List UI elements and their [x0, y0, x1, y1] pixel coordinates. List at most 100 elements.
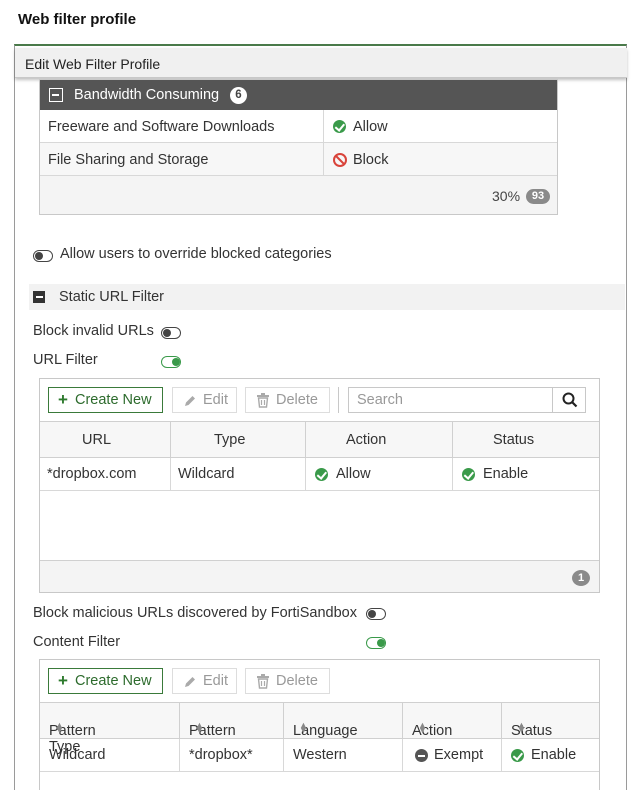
edit-label: Edit	[203, 392, 228, 408]
category-group-panel: Bandwidth Consuming 6 Freeware and Softw…	[39, 79, 558, 215]
sort-icon: ▲ ▼	[195, 720, 204, 735]
sort-icon: ▲ ▼	[55, 720, 64, 735]
status-cell: Enable	[502, 739, 599, 771]
action-value: Exempt	[434, 747, 484, 763]
block-malicious-label: Block malicious URLs discovered by Forti…	[33, 605, 357, 621]
trash-icon	[257, 674, 269, 689]
create-new-button[interactable]: + Create New	[48, 668, 163, 694]
column-header-type[interactable]: Type	[171, 422, 306, 457]
sort-icon: ▲ ▼	[299, 720, 308, 735]
collapse-icon[interactable]	[49, 88, 63, 102]
block-malicious-toggle[interactable]	[366, 608, 386, 620]
column-header-language[interactable]: Language ▲ ▼	[284, 703, 403, 739]
delete-label: Delete	[276, 673, 318, 689]
static-url-filter-section[interactable]: Static URL Filter	[29, 284, 625, 310]
create-new-button[interactable]: + Create New	[48, 387, 163, 413]
sort-icon: ▲ ▼	[418, 720, 427, 735]
plus-icon: +	[58, 390, 68, 409]
category-name: Freeware and Software Downloads	[48, 119, 275, 135]
column-header-action[interactable]: Action	[306, 422, 453, 457]
action-cell: Allow	[306, 458, 453, 490]
column-header-label: Action	[346, 432, 387, 448]
language-value: Western	[293, 747, 347, 763]
status-value: Enable	[483, 466, 529, 482]
column-header-pattern[interactable]: Pattern ▲ ▼	[180, 703, 284, 739]
collapse-icon[interactable]	[33, 291, 45, 303]
url-table-header: URL Type Action Status	[40, 421, 599, 458]
override-toggle[interactable]	[33, 250, 53, 262]
column-header-status[interactable]: Status	[453, 422, 599, 457]
search-placeholder: Search	[357, 392, 403, 408]
column-divider	[323, 110, 324, 143]
window-title: Edit Web Filter Profile	[25, 56, 161, 72]
content-table-header: Pattern Type ▲ ▼ Pattern ▲ ▼ Language ▲ ▼ Acti…	[40, 702, 599, 755]
category-name: File Sharing and Storage	[48, 152, 209, 168]
category-row[interactable]: File Sharing and Storage Block	[40, 143, 557, 176]
exempt-icon	[415, 749, 428, 762]
check-circle-icon	[462, 468, 475, 481]
status-cell: Enable	[453, 458, 599, 490]
check-circle-icon	[511, 749, 524, 762]
action-cell: Exempt	[403, 739, 502, 771]
table-row[interactable]: *dropbox.com Wildcard Allow Enable	[40, 458, 599, 491]
pencil-icon	[185, 396, 195, 406]
pattern-type-value: Wildcard	[49, 747, 106, 763]
status-value: Enable	[531, 747, 577, 763]
url-filter-panel: + Create New Edit Delete Search URL Type…	[39, 378, 600, 593]
category-group-footer: 30% 93	[40, 176, 557, 214]
check-circle-icon	[315, 468, 328, 481]
check-circle-icon	[333, 120, 346, 133]
section-title: Static URL Filter	[59, 289, 165, 305]
column-header-url[interactable]: URL	[40, 422, 171, 457]
url-table-footer: 1	[40, 560, 599, 592]
type-cell: Wildcard	[171, 458, 306, 490]
column-header-label: Status	[493, 432, 535, 448]
column-header-status[interactable]: Status ▲ ▼	[502, 703, 599, 740]
create-new-label: Create New	[75, 392, 152, 408]
category-percent: 30%	[492, 188, 521, 204]
content-filter-toggle[interactable]	[366, 637, 386, 649]
category-total-badge: 93	[526, 189, 550, 204]
content-filter-panel: + Create New Edit Delete Pattern Type ▲ ▼ …	[39, 659, 600, 790]
table-row[interactable]: Wildcard *dropbox* Western Exempt Enable	[40, 739, 599, 772]
page-caption: Web filter profile	[18, 11, 137, 28]
category-action: Allow	[353, 119, 388, 135]
pattern-cell: *dropbox*	[180, 739, 284, 771]
block-invalid-urls-toggle[interactable]	[161, 327, 181, 339]
column-header-label: URL	[82, 432, 112, 448]
search-button[interactable]	[552, 388, 585, 412]
category-action: Block	[353, 152, 389, 168]
delete-button[interactable]: Delete	[245, 668, 330, 694]
sort-icon: ▲ ▼	[517, 720, 526, 735]
url-value: *dropbox.com	[47, 466, 137, 482]
delete-button[interactable]: Delete	[245, 387, 330, 413]
edit-button[interactable]: Edit	[172, 668, 237, 694]
column-header-pattern-type[interactable]: Pattern Type ▲ ▼	[40, 703, 180, 755]
block-icon	[333, 153, 347, 167]
create-new-label: Create New	[75, 673, 152, 689]
search-input[interactable]: Search	[348, 387, 586, 413]
category-group-label: Bandwidth Consuming	[74, 87, 220, 103]
action-value: Allow	[336, 466, 371, 482]
category-row[interactable]: Freeware and Software Downloads Allow	[40, 110, 557, 143]
url-cell: *dropbox.com	[40, 458, 171, 490]
url-filter-label: URL Filter	[33, 352, 98, 368]
category-group-header[interactable]: Bandwidth Consuming 6	[40, 80, 557, 110]
content-filter-label: Content Filter	[33, 634, 121, 650]
pattern-value: *dropbox*	[189, 747, 253, 763]
plus-icon: +	[58, 671, 68, 690]
toolbar-divider	[338, 387, 339, 413]
column-header-action[interactable]: Action ▲ ▼	[403, 703, 502, 739]
url-filter-toggle[interactable]	[161, 356, 181, 368]
pencil-icon	[185, 677, 195, 687]
trash-icon	[257, 393, 269, 408]
window-titlebar: Edit Web Filter Profile	[15, 48, 627, 78]
search-icon	[562, 392, 578, 408]
edit-label: Edit	[203, 673, 228, 689]
edit-button[interactable]: Edit	[172, 387, 237, 413]
override-label: Allow users to override blocked categori…	[60, 246, 332, 262]
url-count-badge: 1	[572, 570, 590, 586]
edit-web-filter-window: Edit Web Filter Profile Bandwidth Consum…	[14, 44, 627, 790]
column-divider	[323, 143, 324, 176]
pattern-type-cell: Wildcard	[40, 739, 180, 771]
